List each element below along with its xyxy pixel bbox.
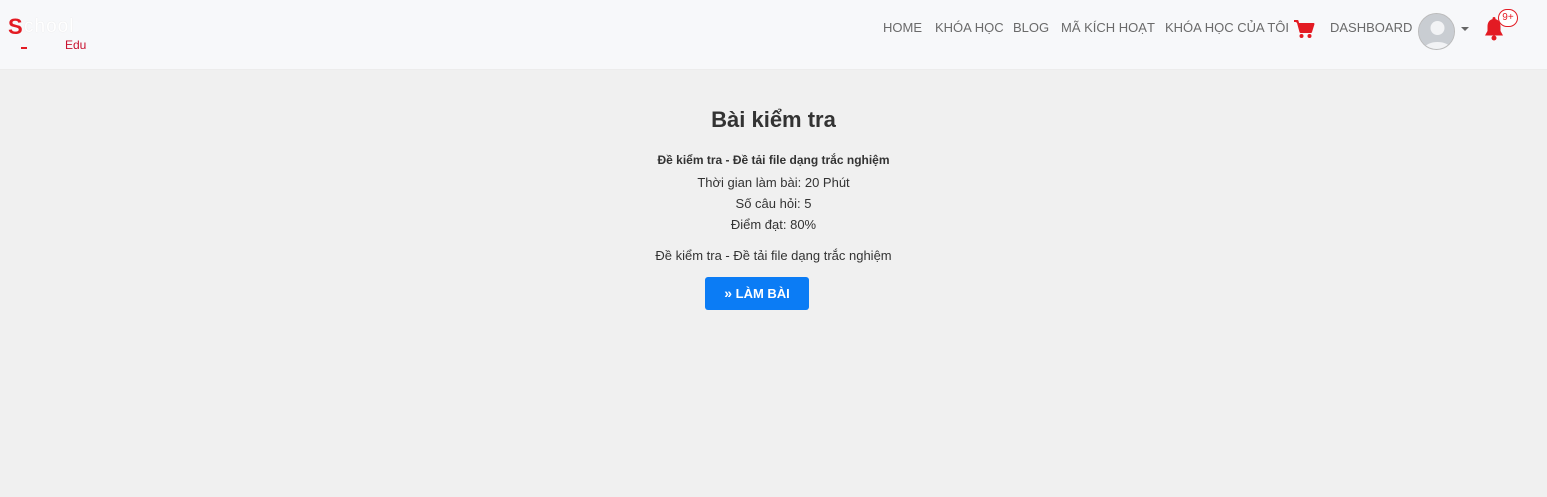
exam-description: Đề kiểm tra - Đề tải file dạng trắc nghi… [655, 248, 892, 263]
exam-name: Đề kiểm tra - Đề tải file dạng trắc nghi… [657, 153, 890, 167]
nav-my-courses[interactable]: KHÓA HỌC CỦA TÔI [1165, 20, 1289, 38]
logo-edu-text: Edu [65, 38, 87, 52]
logo-letter-s: S [8, 14, 23, 39]
start-quiz-label: LÀM BÀI [735, 286, 790, 301]
exam-time: Thời gian làm bài: 20 Phút [697, 175, 850, 190]
pass-score: Điểm đạt: 80% [730, 217, 817, 232]
logo-accent [21, 47, 27, 49]
chevron-down-icon[interactable] [1461, 27, 1469, 31]
shopping-cart-icon[interactable] [1293, 19, 1315, 39]
nav-home[interactable]: HOME [883, 20, 922, 38]
double-chevron-right-icon: » [724, 285, 732, 301]
nav-courses[interactable]: KHÓA HỌC [935, 20, 1004, 38]
question-count: Số câu hỏi: 5 [735, 196, 812, 211]
top-navbar: S chool Edu HOME KHÓA HỌC BLOG MÃ KÍCH H… [0, 0, 1547, 70]
logo-text: chool [24, 16, 75, 37]
start-quiz-button[interactable]: » LÀM BÀI [705, 277, 809, 310]
nav-blog[interactable]: BLOG [1013, 20, 1049, 38]
notification-badge: 9+ [1498, 9, 1518, 27]
nav-activation-code[interactable]: MÃ KÍCH HOẠT [1061, 20, 1155, 38]
school-edu-logo[interactable]: S chool Edu [8, 14, 98, 54]
user-avatar[interactable] [1418, 13, 1455, 50]
page-title: Bài kiểm tra [711, 107, 836, 132]
nav-dashboard[interactable]: DASHBOARD [1330, 20, 1412, 38]
